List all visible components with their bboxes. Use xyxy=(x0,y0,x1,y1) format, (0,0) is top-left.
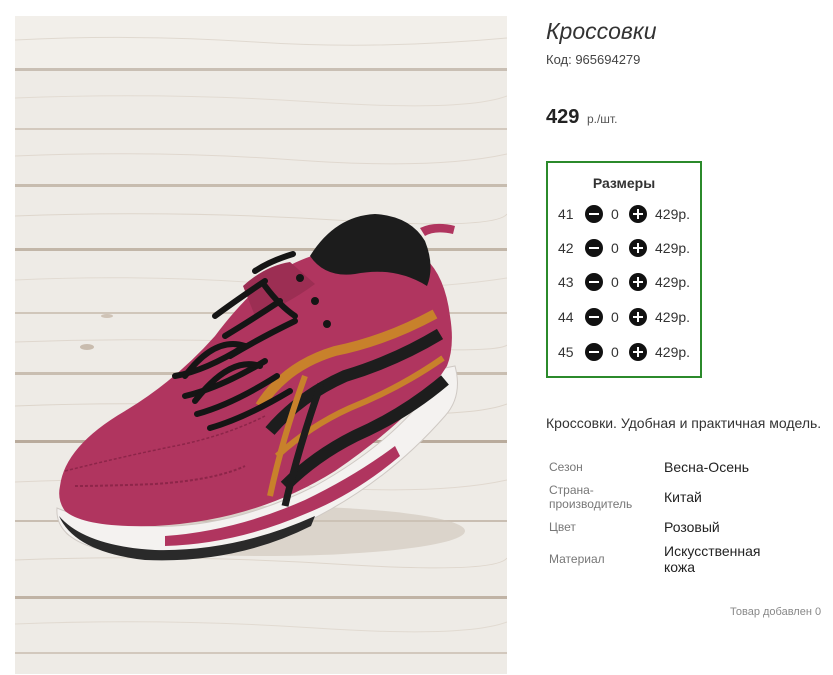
size-quantity: 0 xyxy=(611,344,619,360)
added-date-note: Товар добавлен 0 xyxy=(730,606,822,618)
property-value: Искусственная кожа xyxy=(664,543,761,575)
size-label: 42 xyxy=(558,240,574,256)
minus-circle-icon[interactable] xyxy=(585,273,603,291)
property-value: Весна-Осень xyxy=(664,459,750,475)
size-row: 45 0 429р. xyxy=(558,342,698,362)
product-price: 429 р./шт. xyxy=(546,106,617,129)
property-label: Страна-производитель xyxy=(549,483,633,511)
size-label: 43 xyxy=(558,274,574,290)
price-value: 429 xyxy=(546,106,580,128)
minus-circle-icon[interactable] xyxy=(585,308,603,326)
product-title: Кроссовки xyxy=(546,18,657,44)
sizes-title: Размеры xyxy=(592,175,656,191)
property-value: Розовый xyxy=(664,519,720,535)
size-label: 41 xyxy=(558,206,574,222)
property-label: Материал xyxy=(549,552,605,566)
plus-circle-icon[interactable] xyxy=(629,273,647,291)
size-row: 43 0 429р. xyxy=(558,272,698,292)
property-value: Китай xyxy=(664,489,702,505)
size-row: 42 0 429р. xyxy=(558,238,698,258)
size-price: 429р. xyxy=(655,344,691,360)
minus-circle-icon[interactable] xyxy=(585,239,603,257)
minus-circle-icon[interactable] xyxy=(585,343,603,361)
plus-circle-icon[interactable] xyxy=(629,205,647,223)
product-photo[interactable] xyxy=(15,16,507,674)
property-label: Сезон xyxy=(549,460,583,474)
plus-circle-icon[interactable] xyxy=(629,239,647,257)
property-label: Цвет xyxy=(549,520,576,534)
sizes-panel: Размеры 41 0 429р. 42 0 429р. 43 0 429р.… xyxy=(546,161,702,378)
size-price: 429р. xyxy=(655,309,691,325)
size-quantity: 0 xyxy=(611,240,619,256)
minus-circle-icon[interactable] xyxy=(585,205,603,223)
size-label: 44 xyxy=(558,309,574,325)
plus-circle-icon[interactable] xyxy=(629,343,647,361)
size-quantity: 0 xyxy=(611,309,619,325)
size-label: 45 xyxy=(558,344,574,360)
product-description: Кроссовки. Удобная и практичная модель. xyxy=(546,415,822,431)
plus-circle-icon[interactable] xyxy=(629,308,647,326)
size-row: 41 0 429р. xyxy=(558,204,698,224)
size-price: 429р. xyxy=(655,240,691,256)
product-code: Код: 965694279 xyxy=(546,52,641,67)
size-price: 429р. xyxy=(655,206,691,222)
size-quantity: 0 xyxy=(611,206,619,222)
size-row: 44 0 429р. xyxy=(558,307,698,327)
size-quantity: 0 xyxy=(611,274,619,290)
price-unit: р./шт. xyxy=(586,112,618,126)
size-price: 429р. xyxy=(655,274,691,290)
